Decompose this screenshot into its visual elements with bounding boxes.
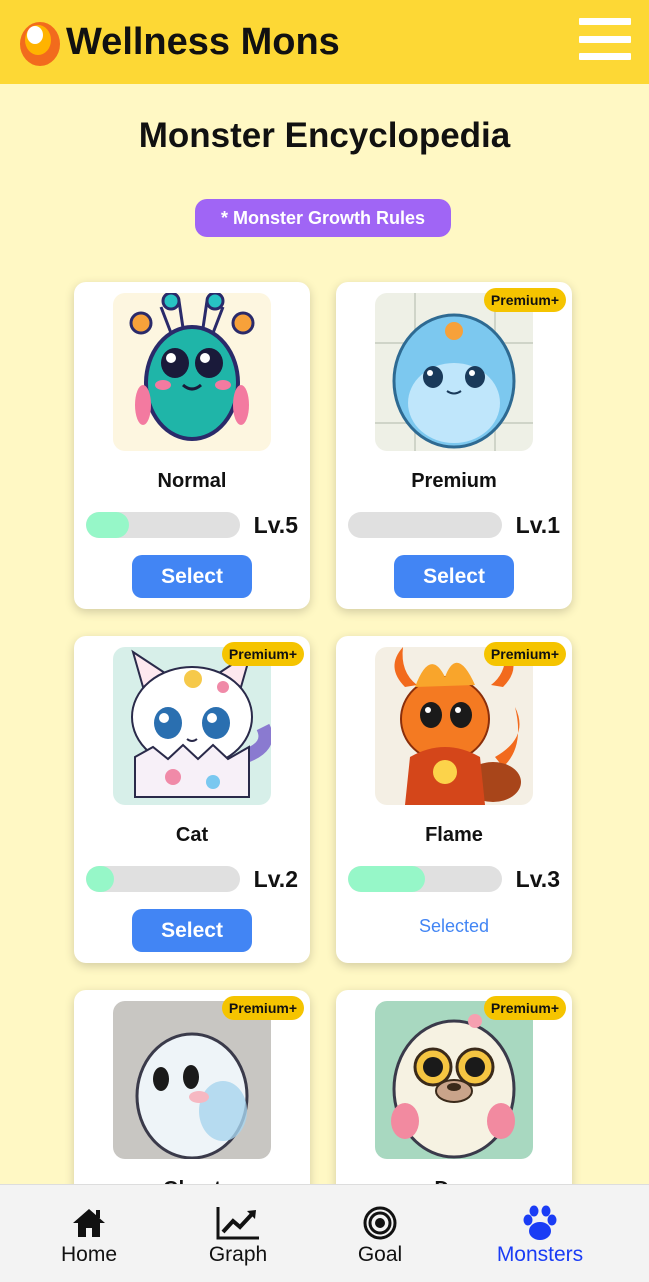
monster-level: Lv.3	[515, 866, 560, 892]
level-progress-bar	[348, 512, 502, 538]
growth-rules-button[interactable]: * Monster Growth Rules	[195, 199, 451, 237]
premium-badge: Premium+	[483, 288, 566, 312]
monster-card-cat: Premium+ Cat Lv.2 Select	[74, 636, 310, 963]
level-progress-bar	[86, 512, 240, 538]
monster-card-flame: Premium+ Flame Lv.3 Selected	[336, 636, 572, 963]
premium-badge: Premium+	[221, 996, 304, 1020]
paw-icon	[521, 1201, 559, 1245]
select-button[interactable]: Select	[132, 555, 252, 598]
bottom-navigation: Home Graph Goal Monsters	[0, 1184, 649, 1282]
monster-name: Premium	[411, 470, 497, 492]
egg-logo-icon	[18, 17, 62, 67]
home-icon	[71, 1201, 107, 1245]
monster-image-dog	[375, 1001, 533, 1159]
premium-badge: Premium+	[483, 642, 566, 666]
monster-card-premium: Premium+ Premium Lv.1 Select	[336, 282, 572, 609]
target-icon	[362, 1201, 398, 1245]
monster-image-ghost	[113, 1001, 271, 1159]
monster-image-normal	[113, 293, 271, 451]
monster-level: Lv.1	[515, 512, 560, 538]
monster-level: Lv.5	[253, 512, 298, 538]
premium-badge: Premium+	[221, 642, 304, 666]
monster-level: Lv.2	[253, 866, 298, 892]
select-button[interactable]: Select	[394, 555, 514, 598]
monster-name: Normal	[157, 470, 227, 492]
level-progress-bar	[86, 866, 240, 892]
page-title: Monster Encyclopedia	[138, 116, 511, 155]
monster-name: Flame	[425, 824, 483, 846]
monster-image-flame	[375, 647, 533, 805]
monster-image-premium	[375, 293, 533, 451]
selected-status: Selected	[418, 916, 490, 936]
app-title: Wellness Mons	[66, 20, 340, 63]
nav-home[interactable]: Home	[58, 1185, 120, 1267]
level-progress-bar	[348, 866, 502, 892]
hamburger-menu-icon[interactable]	[579, 18, 631, 60]
monster-image-cat	[113, 647, 271, 805]
select-button[interactable]: Select	[132, 909, 252, 952]
nav-graph[interactable]: Graph	[204, 1185, 272, 1267]
monster-card-normal: Normal Lv.5 Select	[74, 282, 310, 609]
premium-badge: Premium+	[483, 996, 566, 1020]
app-header: Wellness Mons	[0, 0, 649, 84]
chart-icon	[215, 1201, 261, 1245]
nav-goal[interactable]: Goal	[354, 1185, 406, 1267]
nav-monsters[interactable]: Monsters	[490, 1185, 590, 1267]
monster-name: Cat	[175, 824, 209, 846]
